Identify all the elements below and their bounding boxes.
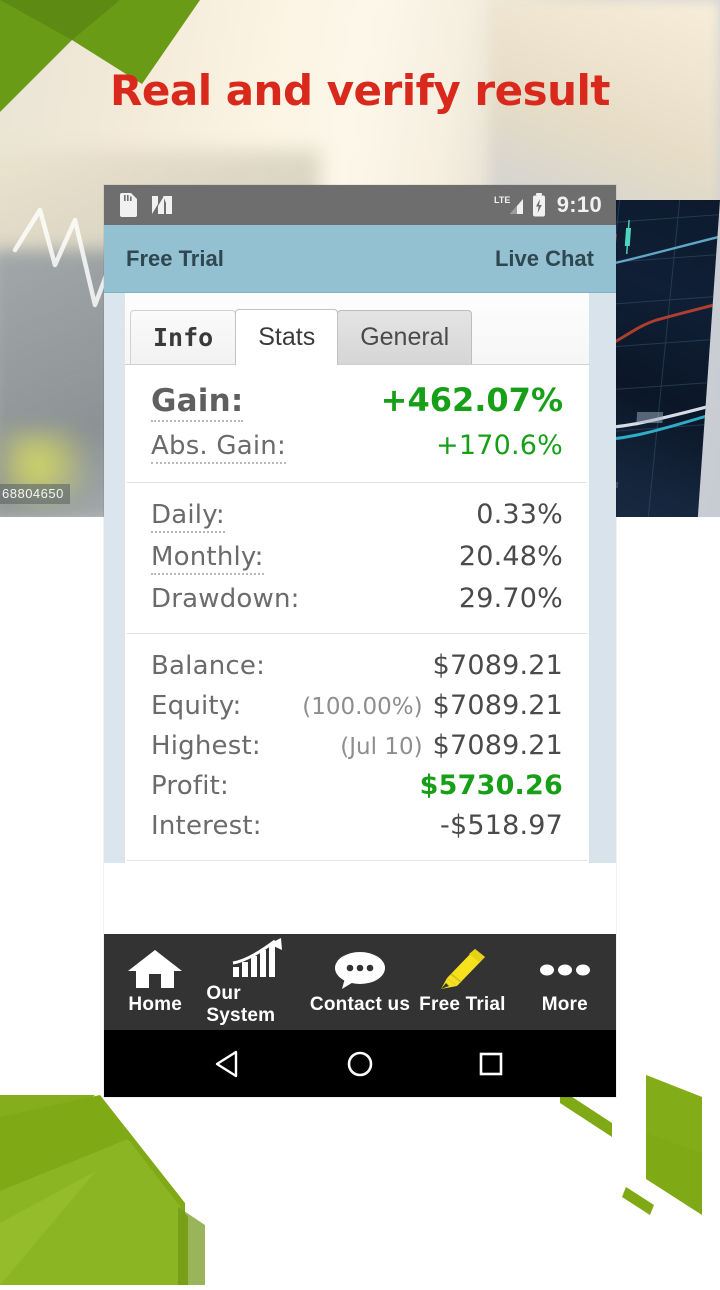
- stats-card: Gain: +462.07% Abs. Gain: +170.6% Daily:…: [125, 365, 589, 863]
- decoration-green-bottom-right: [560, 1075, 702, 1215]
- stat-value-highest: $7089.21: [432, 730, 563, 761]
- three-dots-icon: [536, 948, 594, 990]
- stat-row-daily: Daily: 0.33%: [151, 495, 563, 537]
- stats-group-deposits: Deposits: $2350.05: [127, 861, 587, 863]
- stat-row-abs-gain: Abs. Gain: +170.6%: [151, 426, 563, 468]
- yellow-pen-icon: [433, 948, 491, 990]
- lte-signal-icon: LTE: [494, 195, 523, 214]
- stat-value-gain: +462.07%: [380, 381, 563, 419]
- nav-item-contact-us[interactable]: Contact us: [309, 948, 411, 1016]
- background-watermark: 68804650: [0, 484, 70, 504]
- phone-screenshot: LTE 9:10 Free Trial Live Chat Info Stats…: [104, 185, 616, 1097]
- stat-value-equity: $7089.21: [432, 690, 563, 721]
- speech-bubble-icon: [331, 948, 389, 990]
- stat-row-balance: Balance: $7089.21: [151, 646, 563, 686]
- tab-stats[interactable]: Stats: [235, 309, 339, 365]
- nav-label-home: Home: [128, 994, 182, 1015]
- stat-row-monthly: Monthly: 20.48%: [151, 537, 563, 579]
- android-status-bar: LTE 9:10: [104, 185, 616, 225]
- stat-label-balance: Balance:: [151, 651, 266, 681]
- home-icon: [126, 948, 184, 990]
- status-bar-right-icons: LTE 9:10: [494, 192, 602, 218]
- status-bar-left-icons: [120, 193, 174, 217]
- bar-chart-arrow-icon: [229, 937, 287, 979]
- recents-button[interactable]: [474, 1047, 508, 1081]
- stat-label-profit: Profit:: [151, 771, 229, 801]
- stat-row-profit: Profit: $5730.26: [151, 766, 563, 806]
- battery-charging-icon: [532, 193, 545, 217]
- sd-card-icon: [120, 193, 137, 217]
- app-header-bar: Free Trial Live Chat: [104, 225, 616, 293]
- back-button[interactable]: [212, 1047, 246, 1081]
- stat-label-daily: Daily:: [151, 500, 225, 533]
- stat-label-monthly: Monthly:: [151, 542, 264, 575]
- page-title: Real and verify result: [110, 66, 610, 115]
- stat-label-abs-gain: Abs. Gain:: [151, 431, 286, 464]
- nav-item-our-system[interactable]: Our System: [206, 937, 308, 1027]
- page-content-column: Info Stats General Gain: +462.07% Abs. G…: [125, 293, 589, 863]
- stats-group-gain: Gain: +462.07% Abs. Gain: +170.6%: [127, 365, 587, 483]
- page-body: Info Stats General Gain: +462.07% Abs. G…: [104, 293, 616, 863]
- nav-item-free-trial[interactable]: Free Trial: [411, 948, 513, 1016]
- page-left-margin: [104, 293, 125, 863]
- page-right-margin: [589, 293, 616, 863]
- stat-label-interest: Interest:: [151, 811, 262, 841]
- header-live-chat-link[interactable]: Live Chat: [495, 246, 594, 272]
- tab-strip: Info Stats General: [125, 293, 589, 365]
- stat-row-highest: Highest: (Jul 10) $7089.21: [151, 726, 563, 766]
- stat-note-highest: (Jul 10): [340, 734, 423, 760]
- stats-group-money: Balance: $7089.21 Equity: (100.00%) $708…: [127, 634, 587, 861]
- stat-value-balance: $7089.21: [432, 650, 563, 681]
- nav-item-more[interactable]: More: [514, 948, 616, 1016]
- nav-item-home[interactable]: Home: [104, 948, 206, 1016]
- stat-row-drawdown: Drawdown: 29.70%: [151, 579, 563, 619]
- stat-value-interest: -$518.97: [440, 810, 563, 841]
- nav-label-our-system: Our System: [206, 983, 276, 1026]
- stat-row-equity: Equity: (100.00%) $7089.21: [151, 686, 563, 726]
- nav-label-more: More: [541, 994, 588, 1015]
- stat-value-abs-gain: +170.6%: [436, 430, 563, 461]
- stat-row-gain: Gain: +462.07%: [151, 377, 563, 426]
- home-button[interactable]: [343, 1047, 377, 1081]
- stat-row-interest: Interest: -$518.97: [151, 806, 563, 846]
- svg-text:LTE: LTE: [494, 195, 510, 205]
- tab-info[interactable]: Info: [130, 310, 237, 364]
- stat-label-equity: Equity:: [151, 691, 242, 721]
- nav-label-free-trial: Free Trial: [419, 994, 506, 1015]
- nav-label-contact-us: Contact us: [309, 994, 411, 1015]
- android-n-icon: [152, 196, 172, 214]
- tab-general[interactable]: General: [337, 310, 473, 364]
- decoration-green-bottom-left: [0, 1095, 205, 1285]
- app-bottom-nav: Home Our System Contact us Free Trial Mo…: [104, 934, 616, 1030]
- stat-value-drawdown: 29.70%: [458, 583, 563, 614]
- stat-value-daily: 0.33%: [476, 499, 563, 530]
- status-bar-clock: 9:10: [556, 192, 602, 217]
- stat-value-profit: $5730.26: [419, 770, 563, 801]
- stat-label-gain: Gain:: [151, 383, 244, 422]
- header-free-trial-link[interactable]: Free Trial: [126, 246, 224, 272]
- stat-note-equity: (100.00%): [302, 694, 423, 720]
- stat-value-monthly: 20.48%: [458, 541, 563, 572]
- stat-label-drawdown: Drawdown:: [151, 584, 300, 614]
- stats-group-rates: Daily: 0.33% Monthly: 20.48% Drawdown: 2…: [127, 483, 587, 634]
- stat-label-highest: Highest:: [151, 731, 261, 761]
- android-navigation-bar: [104, 1030, 616, 1097]
